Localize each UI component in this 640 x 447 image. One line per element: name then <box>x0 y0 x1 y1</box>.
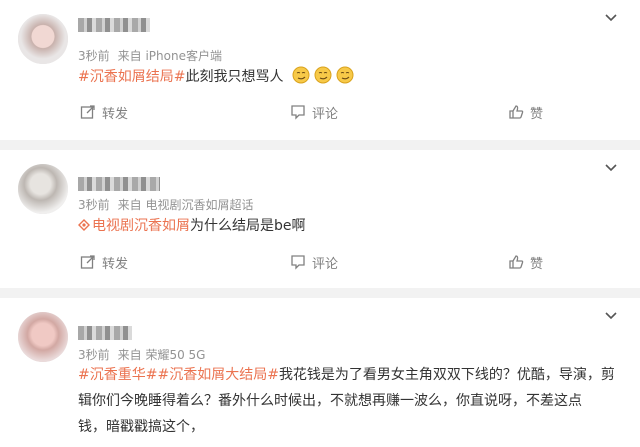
action-bar: 转发 评论 赞 <box>0 100 640 124</box>
chevron-down-icon[interactable] <box>604 309 618 323</box>
comment-feed: 用户 3秒前来自 iPhone客户端 #沉香如屑结局#此刻我只想骂人 转发 评论… <box>0 0 640 447</box>
username[interactable]: 用户 <box>78 18 150 32</box>
post-line-2: 辑你们今晚睡得着么？番外什么时候出，不就想再赚一波么，你直说呀，不差这点 <box>78 393 582 409</box>
like-label: 赞 <box>530 106 544 122</box>
repost-button[interactable]: 转发 <box>80 100 128 124</box>
post-line-1: #沉香重华##沉香如屑大结局#我花钱是为了看男女主角双双下线的？优酷，导演，剪 <box>78 362 620 388</box>
super-topic-icon <box>78 219 90 231</box>
comment-button[interactable]: 评论 <box>290 100 338 124</box>
avatar[interactable] <box>18 312 68 362</box>
post-text: 此刻我只想骂人 <box>185 69 284 85</box>
thumbs-up-icon <box>509 105 524 119</box>
topic-tag[interactable]: #沉香如屑大结局# <box>157 367 278 383</box>
smirk-emoji-icon <box>314 66 332 84</box>
repost-icon <box>80 105 95 119</box>
post-source: 来自 电视剧沉香如屑超话 <box>117 198 254 212</box>
post-content: #沉香重华##沉香如屑大结局#我花钱是为了看男女主角双双下线的？优酷，导演，剪 … <box>78 362 620 440</box>
chevron-down-icon[interactable] <box>604 11 618 25</box>
comment-button[interactable]: 评论 <box>290 250 338 274</box>
repost-button[interactable]: 转发 <box>80 250 128 274</box>
smirk-emoji-icon <box>336 66 354 84</box>
topic-tag[interactable]: #沉香如屑结局# <box>78 69 185 85</box>
avatar[interactable] <box>18 164 68 214</box>
topic-tag[interactable]: #沉香重华# <box>78 367 157 383</box>
repost-label: 转发 <box>102 106 129 122</box>
post-content: 电视剧沉香如屑为什么结局是be啊 <box>78 213 620 239</box>
post-3: 用户 3秒前来自 荣耀50 5G #沉香重华##沉香如屑大结局#我花钱是为了看男… <box>0 298 640 447</box>
post-meta: 3秒前 来自 电视剧沉香如屑超话 <box>78 196 253 213</box>
post-divider <box>0 288 640 298</box>
username[interactable]: 用户 <box>78 326 132 340</box>
post-line-3: 钱，暗戳戳搞这个， <box>78 419 204 435</box>
comment-label: 评论 <box>312 106 339 122</box>
avatar[interactable] <box>18 14 68 64</box>
post-time[interactable]: 3秒前 <box>78 198 110 212</box>
repost-label: 转发 <box>102 256 129 272</box>
thumbs-up-icon <box>509 255 524 269</box>
like-button[interactable]: 赞 <box>508 250 543 274</box>
comment-icon <box>291 105 305 120</box>
action-bar: 转发 评论 赞 <box>0 250 640 274</box>
repost-icon <box>80 255 95 269</box>
comment-label: 评论 <box>312 256 339 272</box>
super-topic-link[interactable]: 电视剧沉香如屑 <box>92 218 190 234</box>
post-time[interactable]: 3秒前 <box>78 348 110 362</box>
post-content: #沉香如屑结局#此刻我只想骂人 <box>78 64 620 90</box>
post-1: 用户 3秒前来自 iPhone客户端 #沉香如屑结局#此刻我只想骂人 转发 评论… <box>0 0 640 133</box>
post-source: 来自 荣耀50 5G <box>117 348 206 362</box>
smirk-emoji-icon <box>292 66 310 84</box>
post-time[interactable]: 3秒前 <box>78 49 110 63</box>
like-label: 赞 <box>530 256 544 272</box>
post-divider <box>0 140 640 150</box>
post-text: 为什么结局是be啊 <box>190 218 306 234</box>
post-meta: 3秒前 来自 荣耀50 5G <box>78 346 205 363</box>
post-source: 来自 iPhone客户端 <box>117 49 222 63</box>
post-text: 我花钱是为了看男女主角双双下线的？优酷，导演，剪 <box>278 367 615 383</box>
post-meta: 3秒前 来自 iPhone客户端 <box>78 47 222 64</box>
like-button[interactable]: 赞 <box>508 100 543 124</box>
username[interactable]: 用户 <box>78 177 160 191</box>
chevron-down-icon[interactable] <box>604 161 618 175</box>
comment-icon <box>291 255 305 270</box>
post-2: 用户 3秒前来自 电视剧沉香如屑超话 电视剧沉香如屑为什么结局是be啊 转发 评… <box>0 150 640 290</box>
